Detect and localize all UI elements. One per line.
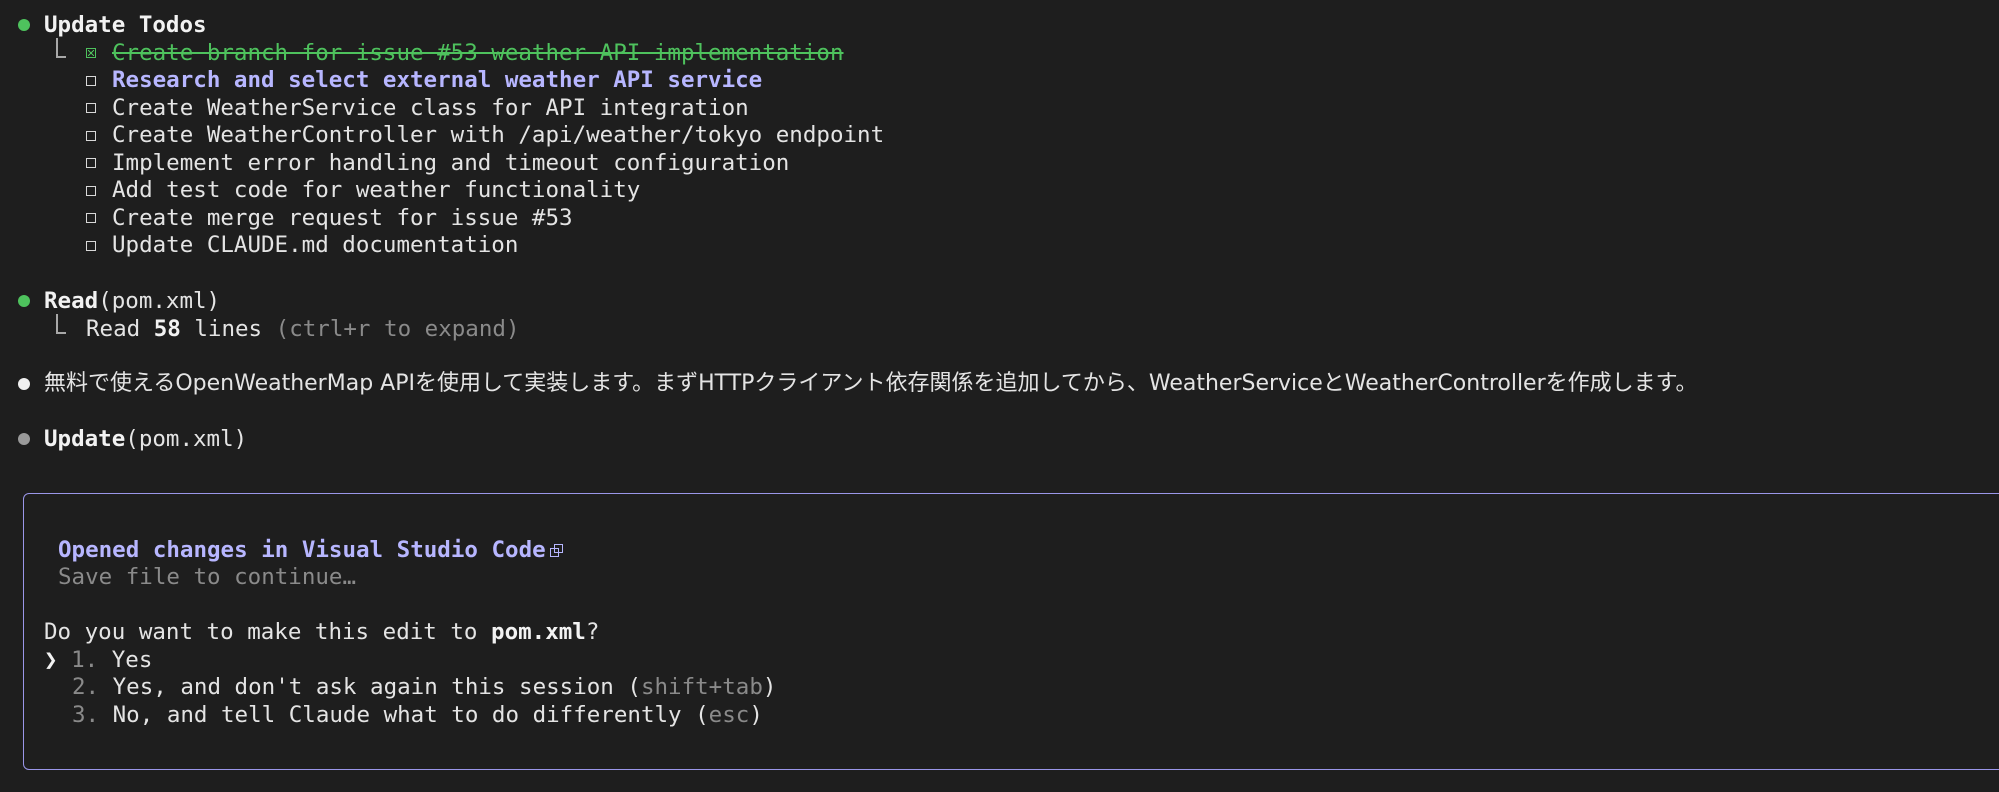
checkbox-empty-icon — [86, 213, 96, 223]
question-file: pom.xml — [491, 619, 586, 645]
option-label: Yes, and don't ask again this session ( — [112, 674, 641, 700]
read-tool-line: Read(pom.xml) — [44, 287, 220, 315]
checkbox-checked-icon — [86, 48, 96, 58]
option-number: 2. — [72, 674, 100, 700]
opened-in-vscode-label: Opened changes in Visual Studio Code — [58, 536, 564, 564]
edit-question: Do you want to make this edit to pom.xml… — [44, 618, 599, 646]
update-tool-name: Update — [44, 426, 126, 452]
read-result-suffix: lines — [180, 316, 276, 342]
status-dot-success — [18, 295, 30, 307]
read-result-prefix: Read — [86, 316, 154, 342]
checkbox-empty-icon — [86, 241, 96, 251]
checkbox-empty-icon — [86, 103, 96, 113]
open-external-icon[interactable] — [549, 543, 564, 558]
update-tool-line: Update(pom.xml) — [44, 425, 247, 453]
option-yes-dont-ask[interactable]: 2. Yes, and don't ask again this session… — [72, 673, 776, 701]
status-dot-pending — [18, 433, 30, 445]
todo-item-5: Implement error handling and timeout con… — [112, 150, 790, 176]
option-label: Yes — [111, 647, 153, 673]
tree-connector-icon — [56, 314, 66, 334]
todo-item-4: Create WeatherController with /api/weath… — [112, 122, 885, 148]
selection-cursor-icon: ❯ — [44, 647, 58, 673]
todo-item-3: Create WeatherService class for API inte… — [112, 95, 749, 121]
option-yes[interactable]: ❯ 1. Yes — [44, 646, 152, 674]
option-no-tell-claude[interactable]: 3. No, and tell Claude what to do differ… — [72, 701, 763, 729]
todo-item-6: Add test code for weather functionality — [112, 177, 641, 203]
read-line-count: 58 — [153, 316, 181, 342]
tree-connector-icon — [56, 38, 66, 58]
todo-item-1: Create branch for issue #53 weather API … — [112, 40, 844, 66]
todo-item-7: Create merge request for issue #53 — [112, 205, 573, 231]
option-number: 3. — [72, 702, 100, 728]
option-number: 1. — [71, 647, 99, 673]
status-dot-success — [18, 19, 30, 31]
update-tool-arg: (pom.xml) — [125, 426, 248, 452]
todo-item-8: Update CLAUDE.md documentation — [112, 232, 519, 258]
checkbox-empty-icon — [86, 158, 96, 168]
opened-text: Opened changes in Visual Studio Code — [58, 537, 546, 563]
shortcut-key: esc — [708, 702, 750, 728]
expand-hint: (ctrl+r to expand) — [275, 316, 520, 342]
save-hint: Save file to continue… — [58, 564, 357, 590]
shortcut-key: shift+tab — [640, 674, 763, 700]
read-result: Read 58 lines (ctrl+r to expand) — [86, 315, 520, 343]
checkbox-empty-icon — [86, 76, 96, 86]
option-label-suffix: ) — [762, 674, 777, 700]
todo-item-2: Research and select external weather API… — [112, 67, 763, 93]
read-tool-name: Read — [44, 288, 99, 314]
assistant-message: 無料で使えるOpenWeatherMap APIを使用して実装します。まずHTT… — [44, 371, 1698, 396]
option-label: No, and tell Claude what to do different… — [112, 702, 709, 728]
read-tool-arg: (pom.xml) — [98, 288, 221, 314]
question-suffix: ? — [585, 619, 600, 645]
checkbox-empty-icon — [86, 186, 96, 196]
question-prefix: Do you want to make this edit to — [44, 619, 492, 645]
option-label-suffix: ) — [749, 702, 763, 728]
message-dot — [18, 378, 30, 390]
checkbox-empty-icon — [86, 131, 96, 141]
update-todos-title: Update Todos — [44, 12, 207, 38]
